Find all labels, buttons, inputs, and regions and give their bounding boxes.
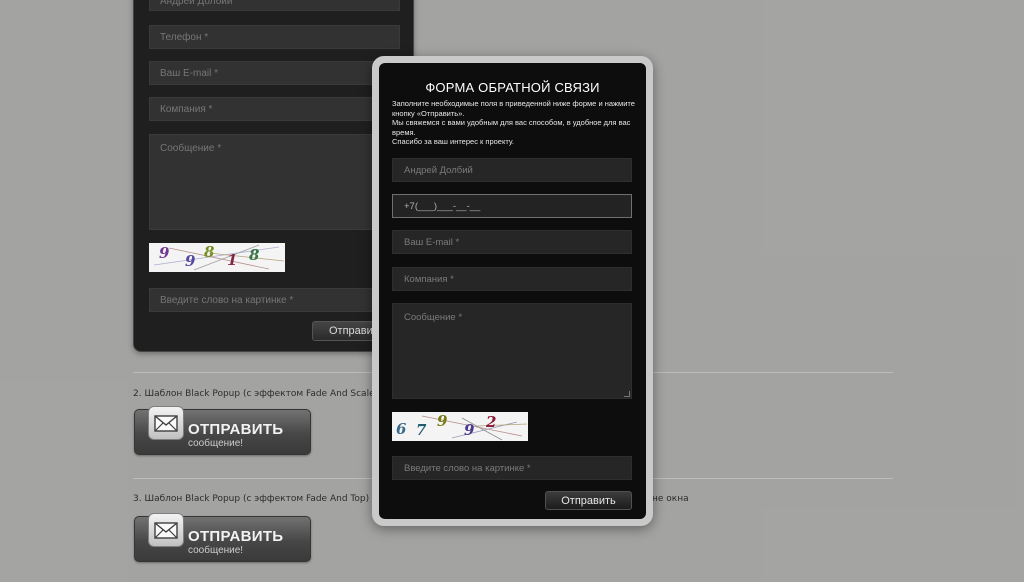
popup-title: ФОРМА ОБРАТНОЙ СВЯЗИ bbox=[425, 80, 600, 95]
captcha-image: 6 7 9 9 2 bbox=[392, 412, 528, 441]
message-field[interactable]: Сообщение * bbox=[392, 303, 632, 399]
phone-field[interactable]: +7(___)___-__-__ bbox=[392, 194, 632, 218]
submit-button[interactable]: Отправить bbox=[545, 491, 632, 510]
message-placeholder: Сообщение * bbox=[404, 312, 463, 323]
resize-grip-icon[interactable] bbox=[624, 391, 630, 397]
popup-intro-line: Спасибо за ваш интерес к проекту. bbox=[392, 137, 514, 146]
popup-intro: Заполните необходимые поля в приведенной… bbox=[392, 99, 638, 147]
popup-intro-line: Мы свяжемся с вами удобным для вас спосо… bbox=[392, 118, 631, 137]
captcha-input[interactable]: Введите слово на картинке * bbox=[392, 456, 632, 480]
email-field[interactable]: Ваш E-mail * bbox=[392, 230, 632, 254]
company-field[interactable]: Компания * bbox=[392, 267, 632, 291]
feedback-popup-body: ФОРМА ОБРАТНОЙ СВЯЗИ Заполните необходим… bbox=[379, 63, 646, 519]
popup-intro-line: Заполните необходимые поля в приведенной… bbox=[392, 99, 635, 118]
name-field[interactable]: Андрей Долбий bbox=[392, 158, 632, 182]
feedback-popup: ФОРМА ОБРАТНОЙ СВЯЗИ Заполните необходим… bbox=[372, 56, 653, 526]
